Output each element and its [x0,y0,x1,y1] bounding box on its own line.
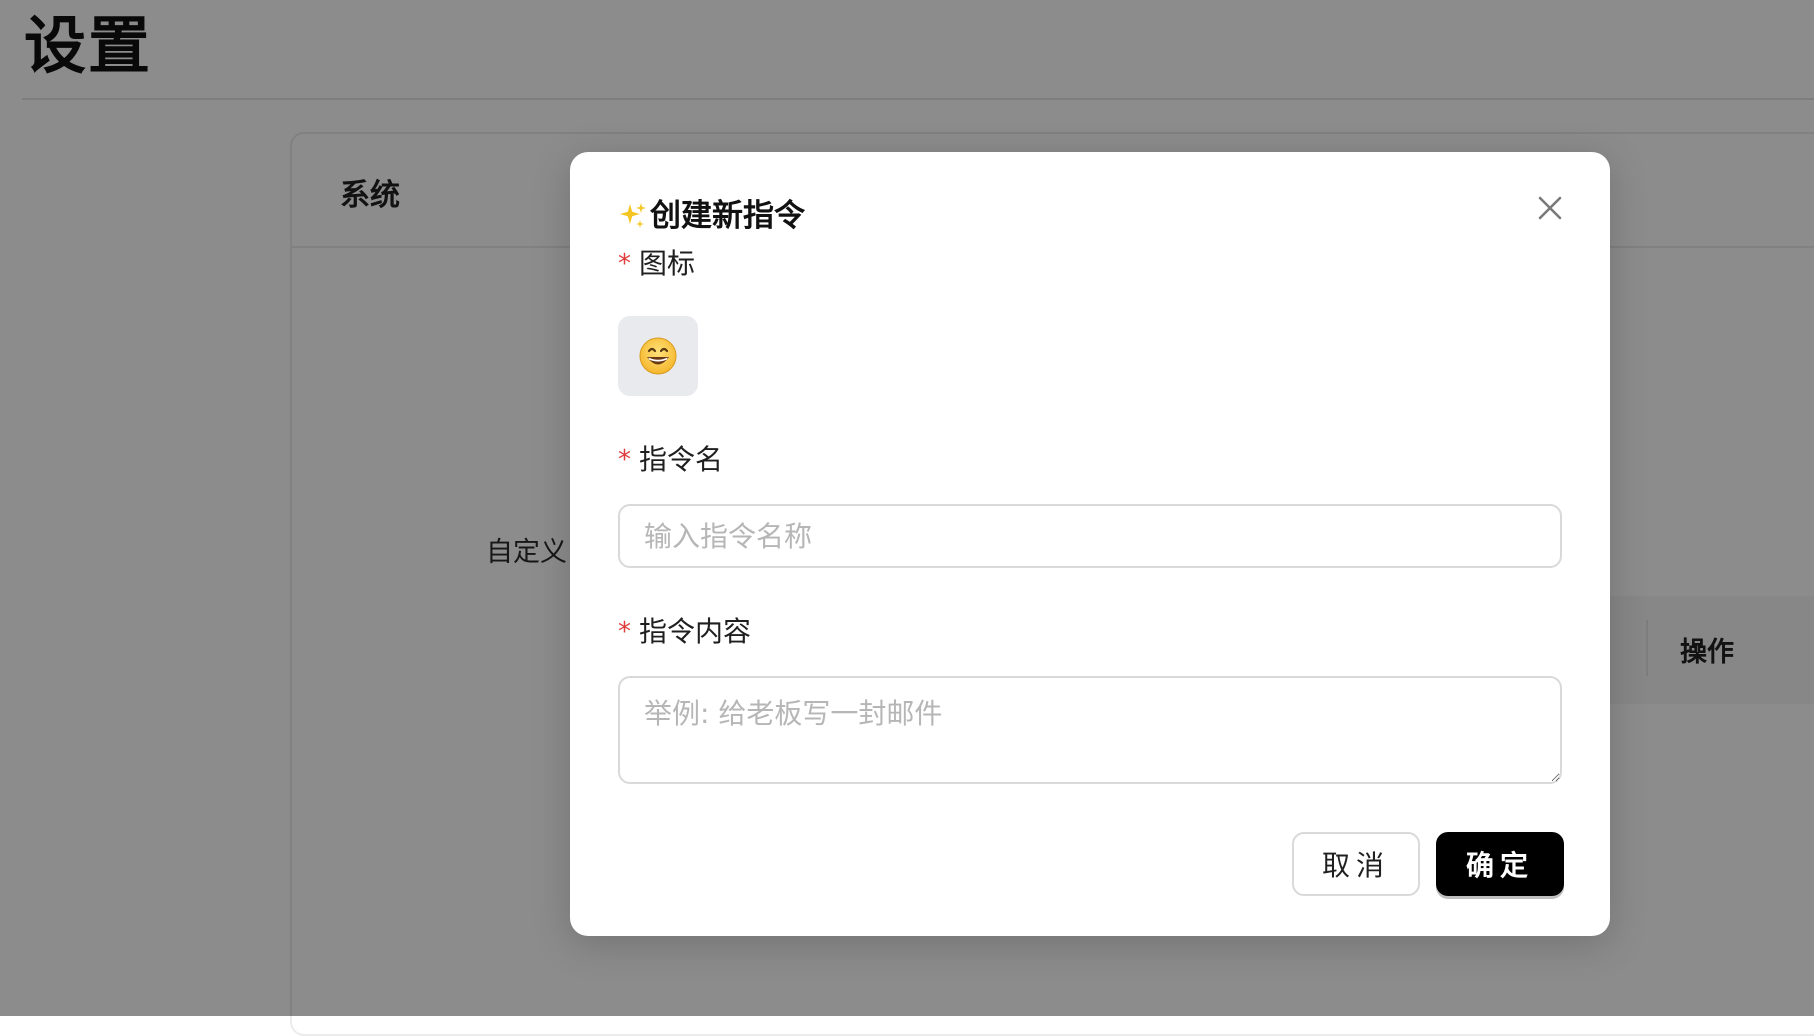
sparkles-icon [620,203,646,228]
command-name-input[interactable] [618,504,1562,568]
modal-title: 创建新指令 [618,194,805,238]
grinning-face-icon [639,337,677,375]
cancel-button[interactable]: 取消 [1292,832,1420,896]
required-mark: * [618,249,631,279]
create-command-modal: 创建新指令 * 图标 * 指令名 输入指令名称 * 指令内容 举例: 给老板写一… [570,152,1610,936]
icon-picker-button[interactable] [618,316,698,396]
close-icon [1538,196,1562,220]
required-mark: * [618,445,631,475]
content-field-label-text: 指令内容 [639,615,752,648]
content-field-label: * 指令内容 [618,612,751,652]
icon-field-label-text: 图标 [639,247,696,280]
close-button[interactable] [1530,188,1570,228]
modal-title-text: 创建新指令 [650,198,805,234]
icon-field-label: * 图标 [618,244,695,284]
name-field-label-text: 指令名 [639,443,724,476]
name-field-label: * 指令名 [618,440,723,480]
command-content-textarea[interactable] [618,676,1562,784]
required-mark: * [618,617,631,647]
confirm-button[interactable]: 确定 [1436,832,1564,896]
